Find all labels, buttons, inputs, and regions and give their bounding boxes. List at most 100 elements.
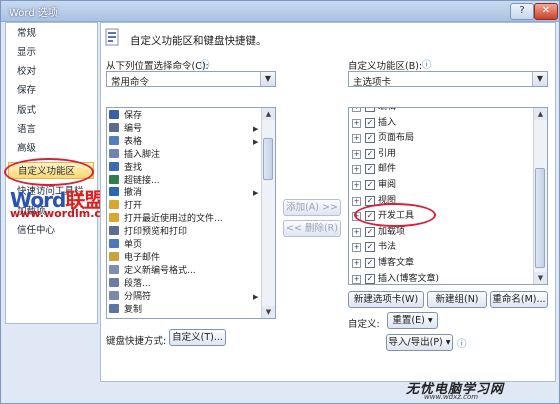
command-item[interactable]: 打开 <box>109 200 142 212</box>
choose-commands-combo[interactable]: 常用命令 ▼ <box>106 71 276 88</box>
command-label: 表格 <box>124 136 143 147</box>
scroll-thumb[interactable] <box>535 168 545 268</box>
help-button[interactable]: ? <box>510 3 534 20</box>
command-item[interactable]: 编号 ▶ <box>109 122 258 135</box>
ribbon-tab-label: 邮件 <box>378 164 397 175</box>
expand-icon[interactable]: + <box>352 118 361 128</box>
commands-scrollbar[interactable]: ▲ ▼ <box>261 108 275 318</box>
expand-icon[interactable]: + <box>352 259 361 268</box>
nav-item-typography[interactable]: 版式 <box>8 102 94 119</box>
command-icon <box>109 277 119 287</box>
expand-icon[interactable]: + <box>352 108 361 112</box>
customize-shortcut-button[interactable]: 自定义(T)... <box>169 329 226 346</box>
ribbon-tab-item[interactable]: + ✓ 插入(博客文章) <box>352 272 440 284</box>
commands-listbox[interactable]: 保存 编号 ▶ 表格 ▶ 插入脚注 查找 超链接... 撤消 ▶ 打开 打开最近使用过的文件... 打印… <box>106 107 276 319</box>
chevron-down-icon[interactable]: ▼ <box>532 72 547 86</box>
tab-checkbox[interactable]: ✓ <box>365 242 375 253</box>
tab-checkbox[interactable]: ✓ <box>365 108 375 112</box>
ribbon-tab-item[interactable]: + ✓ 邮件 <box>352 162 396 178</box>
choose-commands-label: 从下列位置选择命令(C): <box>106 61 209 72</box>
scroll-up-icon[interactable]: ▲ <box>262 108 275 120</box>
reset-button[interactable]: 重置(E) ▾ <box>387 312 438 329</box>
ribbon-tab-item[interactable]: + ✓ 页面布局 <box>352 131 414 147</box>
info-icon-import[interactable]: ⓘ <box>457 336 467 350</box>
command-icon <box>109 200 119 210</box>
ribbon-tab-item[interactable]: + ✓ 开发工具 <box>352 209 414 225</box>
tab-checkbox[interactable]: ✓ <box>365 195 375 206</box>
tab-checkbox[interactable]: ✓ <box>365 164 375 175</box>
rename-button[interactable]: 重命名(M)... <box>490 291 548 308</box>
command-item[interactable]: 单页 <box>109 239 142 251</box>
nav-item-proofing[interactable]: 校对 <box>8 63 94 80</box>
tab-checkbox[interactable]: ✓ <box>365 226 375 237</box>
tab-checkbox[interactable]: ✓ <box>365 148 375 159</box>
nav-item-trust-center[interactable]: 信任中心 <box>8 222 94 239</box>
info-icon-left[interactable]: ⓘ <box>200 57 210 71</box>
expand-icon[interactable]: + <box>352 134 361 144</box>
tab-checkbox[interactable]: ✓ <box>365 180 375 190</box>
ribbon-tabs-tree[interactable]: +✓编辑+✓插入+✓页面布局+✓引用+✓邮件+✓审阅+✓视图+✓开发工具+✓加载… <box>348 107 548 285</box>
scroll-down-icon[interactable]: ▼ <box>262 306 275 318</box>
scroll-thumb[interactable] <box>263 138 273 180</box>
nav-item-general[interactable]: 常规 <box>8 25 94 42</box>
scroll-up-icon[interactable]: ▲ <box>534 108 547 120</box>
ribbon-tab-item[interactable]: + ✓ 引用 <box>352 147 396 163</box>
expand-icon[interactable]: + <box>352 196 361 206</box>
ribbon-tab-label: 插入(博客文章) <box>378 273 440 284</box>
expand-icon[interactable]: + <box>352 243 361 253</box>
command-label: 段落... <box>124 278 151 289</box>
customize-ribbon-value: 主选项卡 <box>353 77 392 88</box>
expand-icon[interactable]: + <box>352 165 361 175</box>
command-item[interactable]: 插入脚注 <box>109 148 160 161</box>
ribbon-tab-item[interactable]: + ✓ 博客文章 <box>352 256 414 272</box>
nav-item-customize-ribbon[interactable]: 自定义功能区 <box>8 162 94 179</box>
command-icon <box>109 213 119 223</box>
expand-icon[interactable]: + <box>352 212 361 222</box>
command-item[interactable]: 撤消 ▶ <box>109 187 258 199</box>
ribbon-tab-item[interactable]: + ✓ 插入 <box>352 116 396 132</box>
command-item[interactable]: 定义新编号格式... <box>109 264 196 277</box>
expand-icon[interactable]: + <box>352 149 361 159</box>
close-button[interactable]: ✕ <box>534 3 558 20</box>
ribbon-tab-item[interactable]: + ✓ 审阅 <box>352 178 396 194</box>
tab-checkbox[interactable]: ✓ <box>365 211 375 222</box>
tab-checkbox[interactable]: ✓ <box>365 258 375 268</box>
header-text: 自定义功能区和键盘快捷键。 <box>130 35 267 47</box>
command-item[interactable]: 查找 <box>109 161 142 174</box>
nav-item-save[interactable]: 保存 <box>8 82 94 99</box>
command-item[interactable]: 表格 ▶ <box>109 135 258 148</box>
ribbon-tab-item[interactable]: + ✓ 视图 <box>352 194 396 210</box>
expand-icon[interactable]: + <box>352 227 361 237</box>
import-export-button[interactable]: 导入/导出(P) ▾ <box>386 334 453 351</box>
nav-item-display[interactable]: 显示 <box>8 44 94 61</box>
ribbon-tree-scrollbar[interactable]: ▲ ▼ <box>533 108 547 284</box>
command-item[interactable]: 分隔符 ▶ <box>109 290 258 303</box>
ribbon-tab-item[interactable]: + ✓编辑 <box>352 108 396 116</box>
remove-button[interactable]: << 删除(R) <box>283 220 341 237</box>
new-group-button[interactable]: 新建组(N) <box>427 291 487 308</box>
command-item[interactable]: 打印预览和打印 <box>109 226 187 238</box>
tab-checkbox[interactable]: ✓ <box>365 273 375 284</box>
tab-checkbox[interactable]: ✓ <box>365 117 375 128</box>
scroll-down-icon[interactable]: ▼ <box>534 272 547 284</box>
nav-item-language[interactable]: 语言 <box>8 121 94 138</box>
command-item[interactable]: 复制 <box>109 303 142 316</box>
command-label: 编号 <box>124 123 143 134</box>
nav-item-advanced[interactable]: 高级 <box>8 140 94 157</box>
ribbon-tab-item[interactable]: + ✓ 书法 <box>352 240 396 256</box>
command-item[interactable]: 打开最近使用过的文件... <box>109 213 223 225</box>
customize-ribbon-combo[interactable]: 主选项卡 ▼ <box>348 71 548 88</box>
command-item[interactable]: 段落... <box>109 277 151 290</box>
expand-icon[interactable]: + <box>352 181 361 190</box>
submenu-arrow-icon: ▶ <box>253 292 259 301</box>
new-tab-button[interactable]: 新建选项卡(W) <box>348 291 424 308</box>
add-button[interactable]: 添加(A) >> <box>283 199 341 216</box>
command-item[interactable]: 保存 <box>109 110 142 122</box>
command-item[interactable]: 超链接... <box>109 174 160 187</box>
info-icon-right[interactable]: ⓘ <box>422 57 432 71</box>
ribbon-tab-item[interactable]: + ✓ 加载项 <box>352 225 405 241</box>
tab-checkbox[interactable]: ✓ <box>365 133 375 144</box>
chevron-down-icon[interactable]: ▼ <box>260 72 275 86</box>
expand-icon[interactable]: + <box>352 274 361 284</box>
command-item[interactable]: 电子邮件 <box>109 251 160 264</box>
